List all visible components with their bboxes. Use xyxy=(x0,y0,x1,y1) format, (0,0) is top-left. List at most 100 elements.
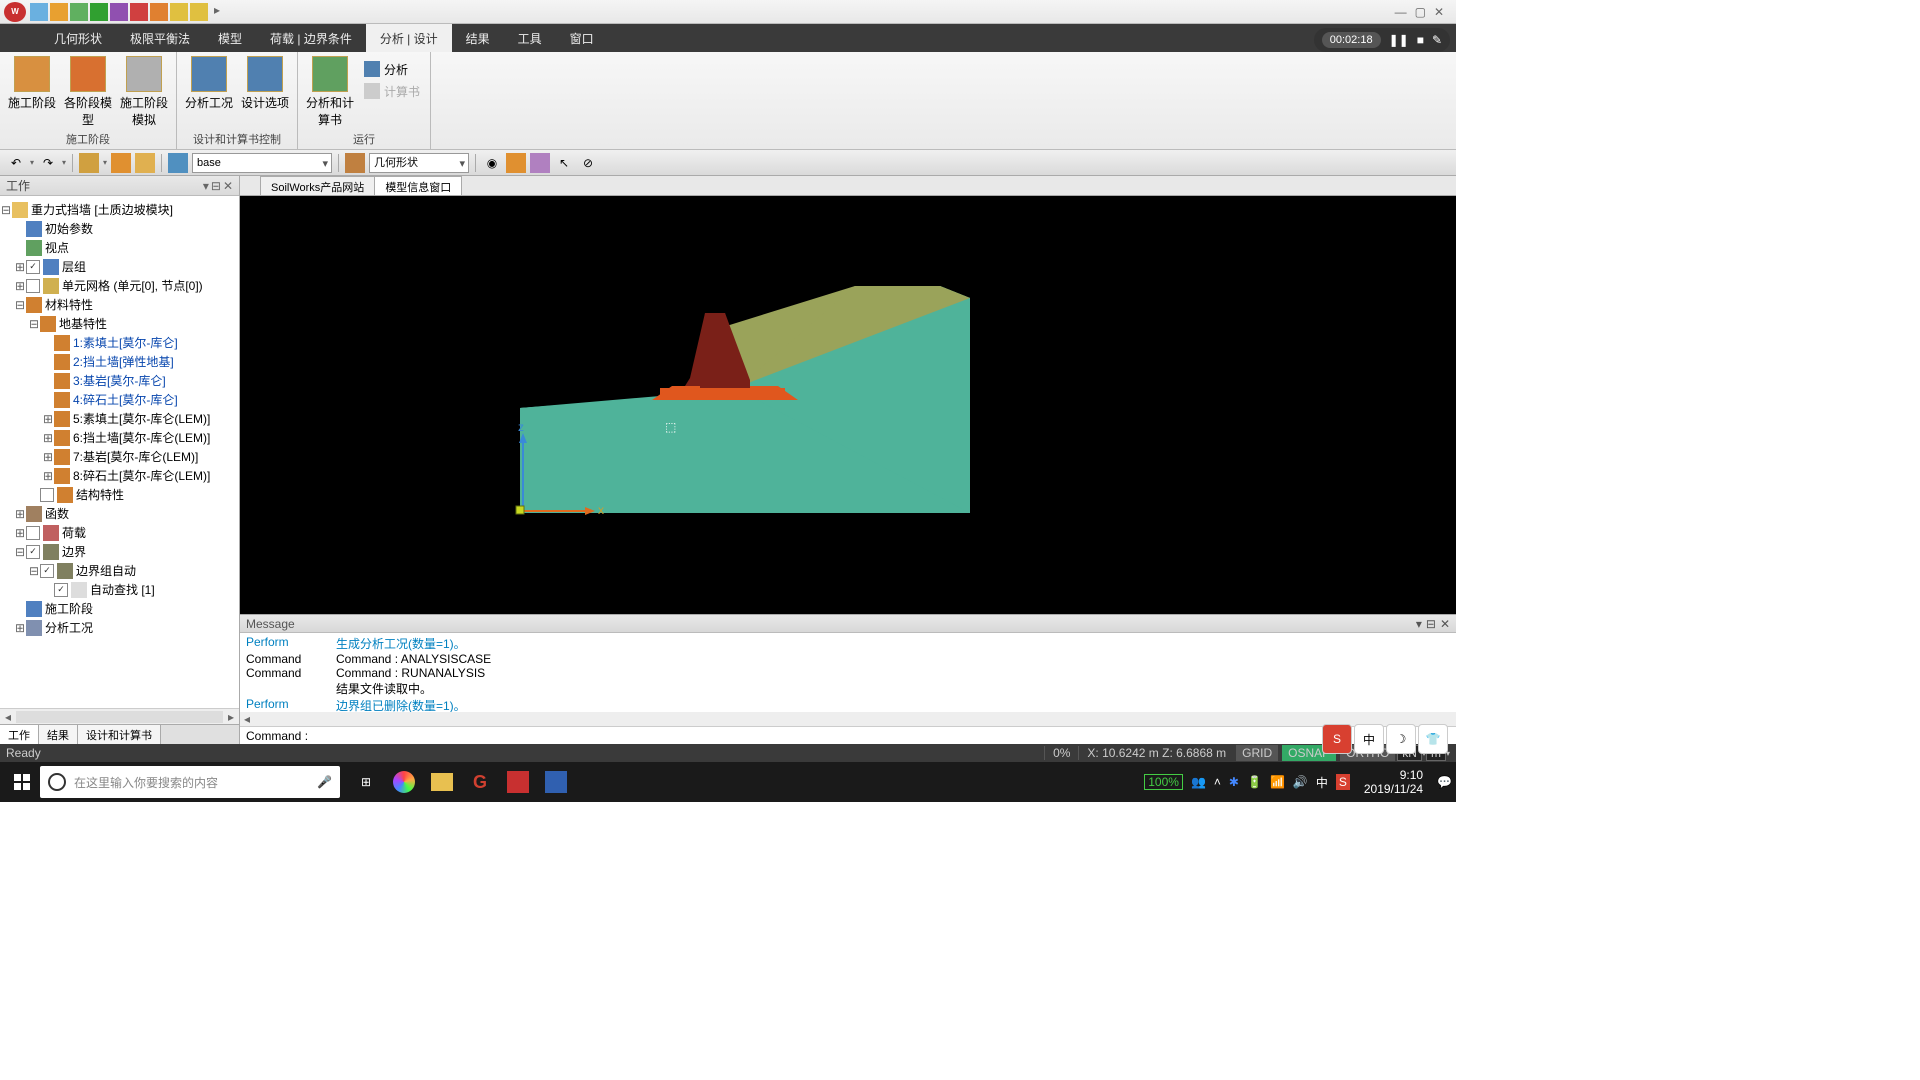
explorer-icon[interactable] xyxy=(428,768,456,796)
taskbar-app-icon[interactable] xyxy=(390,768,418,796)
pause-icon[interactable]: ❚❚ xyxy=(1389,33,1409,47)
tb-redo-icon[interactable]: ↷ xyxy=(38,153,58,173)
ribbon-btn-stage-model[interactable]: 各阶段模型 xyxy=(62,54,114,128)
tree-item[interactable]: 4:碎石土[莫尔-库仑] xyxy=(73,391,178,408)
qat-icon[interactable] xyxy=(190,3,208,21)
tray-ime-icon[interactable]: 中 xyxy=(1316,774,1328,791)
tree-item[interactable]: 荷载 xyxy=(62,524,86,541)
ribbon-btn-design-option[interactable]: 设计选项 xyxy=(239,54,291,111)
notifications-icon[interactable]: 💬 xyxy=(1437,775,1452,789)
tb-icon[interactable] xyxy=(506,153,526,173)
ribbon-btn-construction-stage[interactable]: 施工阶段 xyxy=(6,54,58,111)
menu-result[interactable]: 结果 xyxy=(452,24,504,52)
pin-icon[interactable]: ⊟ xyxy=(211,179,221,193)
doc-tab-model-info[interactable]: 模型信息窗口 xyxy=(374,176,462,195)
tray-up-icon[interactable]: ˄ xyxy=(1214,775,1221,789)
tree-root[interactable]: 重力式挡墙 [土质边坡模块] xyxy=(31,201,173,218)
stop-icon[interactable]: ■ xyxy=(1417,33,1424,47)
tb-icon[interactable]: ⊘ xyxy=(578,153,598,173)
taskbar-app-icon[interactable] xyxy=(504,768,532,796)
task-view-icon[interactable]: ⊞ xyxy=(352,768,380,796)
tree-item[interactable]: 地基特性 xyxy=(59,315,107,332)
tree-item[interactable]: 6:挡土墙[莫尔-库仑(LEM)] xyxy=(73,429,210,446)
qat-redo-icon[interactable] xyxy=(90,3,108,21)
menu-tools[interactable]: 工具 xyxy=(504,24,556,52)
ime-btn[interactable]: 👕 xyxy=(1418,724,1448,754)
maximize-button[interactable]: ▢ xyxy=(1415,5,1426,19)
ribbon-btn-analysis[interactable]: 分析 xyxy=(360,58,424,80)
message-hscroll[interactable]: ◂ xyxy=(240,712,1456,726)
menu-analysis-design[interactable]: 分析 | 设计 xyxy=(366,24,452,52)
tree-item[interactable]: 初始参数 xyxy=(45,220,93,237)
tray-battery[interactable]: 100% xyxy=(1144,774,1183,790)
mic-icon[interactable]: 🎤 xyxy=(317,775,332,789)
qat-icon[interactable] xyxy=(110,3,128,21)
qat-icon[interactable] xyxy=(50,3,68,21)
tree-view[interactable]: ⊟重力式挡墙 [土质边坡模块] 初始参数 视点 ⊞层组 ⊞单元网格 (单元[0]… xyxy=(0,196,239,708)
app-icon[interactable]: W xyxy=(4,2,26,22)
tree-item[interactable]: 1:素填土[莫尔-库仑] xyxy=(73,334,178,351)
tree-item[interactable]: 3:基岩[莫尔-库仑] xyxy=(73,372,166,389)
tree-item[interactable]: 函数 xyxy=(45,505,69,522)
menu-lem[interactable]: 极限平衡法 xyxy=(116,24,204,52)
tree-item[interactable]: 结构特性 xyxy=(76,486,124,503)
tb-icon[interactable] xyxy=(530,153,550,173)
ribbon-btn-analysis-case[interactable]: 分析工况 xyxy=(183,54,235,111)
sidebar-tab-work[interactable]: 工作 xyxy=(0,725,39,744)
ribbon-btn-run-analysis[interactable]: 分析和计算书 xyxy=(304,54,356,128)
tree-item[interactable]: 自动查找 [1] xyxy=(90,581,155,598)
tb-select-layer[interactable]: base xyxy=(192,153,332,173)
tree-item[interactable]: 2:挡土墙[弹性地基] xyxy=(73,353,174,370)
sidebar-tab-result[interactable]: 结果 xyxy=(39,725,78,744)
ime-btn[interactable]: ☽ xyxy=(1386,724,1416,754)
qat-icon[interactable] xyxy=(170,3,188,21)
tree-item[interactable]: 施工阶段 xyxy=(45,600,93,617)
minimize-button[interactable]: — xyxy=(1395,5,1407,19)
tree-item[interactable]: 7:基岩[莫尔-库仑(LEM)] xyxy=(73,448,198,465)
ime-btn[interactable]: 中 xyxy=(1354,724,1384,754)
tree-item[interactable]: 边界 xyxy=(62,543,86,560)
tree-item[interactable]: 材料特性 xyxy=(45,296,93,313)
taskbar-search[interactable]: 在这里输入你要搜索的内容 🎤 xyxy=(40,766,340,798)
tb-icon[interactable]: ↖ xyxy=(554,153,574,173)
status-grid[interactable]: GRID xyxy=(1236,745,1278,761)
command-line[interactable]: Command : xyxy=(240,726,1456,744)
tree-item[interactable]: 5:素填土[莫尔-库仑(LEM)] xyxy=(73,410,210,427)
tb-icon[interactable] xyxy=(79,153,99,173)
tree-item[interactable]: 分析工况 xyxy=(45,619,93,636)
taskbar-app-icon[interactable]: G xyxy=(466,768,494,796)
pin-icon[interactable]: ⊟ xyxy=(1426,617,1436,631)
tree-item[interactable]: 8:碎石土[莫尔-库仑(LEM)] xyxy=(73,467,210,484)
taskbar-app-icon[interactable] xyxy=(542,768,570,796)
dropdown-icon[interactable]: ▾ xyxy=(1416,617,1422,631)
tb-select-mode[interactable]: 几何形状 xyxy=(369,153,469,173)
close-button[interactable]: ✕ xyxy=(1434,5,1444,19)
ribbon-btn-stage-simulate[interactable]: 施工阶段模拟 xyxy=(118,54,170,128)
menu-load-bc[interactable]: 荷载 | 边界条件 xyxy=(256,24,366,52)
menu-model[interactable]: 模型 xyxy=(204,24,256,52)
taskbar-clock[interactable]: 9:10 2019/11/24 xyxy=(1364,768,1423,797)
sidebar-tab-design[interactable]: 设计和计算书 xyxy=(78,725,161,744)
tb-icon[interactable] xyxy=(135,153,155,173)
tray-wifi-icon[interactable]: 📶 xyxy=(1270,775,1285,789)
tb-icon[interactable] xyxy=(168,153,188,173)
viewport-3d[interactable]: z x ⬚ xyxy=(240,196,1456,614)
tray-icon[interactable]: S xyxy=(1336,774,1350,790)
menu-window[interactable]: 窗口 xyxy=(556,24,608,52)
qat-undo-icon[interactable] xyxy=(70,3,88,21)
tray-icon[interactable]: ✱ xyxy=(1229,775,1239,789)
tree-item[interactable]: 边界组自动 xyxy=(76,562,136,579)
dropdown-icon[interactable]: ▾ xyxy=(203,179,209,193)
doc-tab-website[interactable]: SoilWorks产品网站 xyxy=(260,176,375,195)
tray-volume-icon[interactable]: 🔊 xyxy=(1293,775,1308,789)
tb-undo-icon[interactable]: ↶ xyxy=(6,153,26,173)
tb-icon[interactable] xyxy=(345,153,365,173)
edit-icon[interactable]: ✎ xyxy=(1432,33,1442,47)
tray-power-icon[interactable]: 🔋 xyxy=(1247,775,1262,789)
ribbon-btn-report[interactable]: 计算书 xyxy=(360,80,424,102)
tb-icon[interactable]: ◉ xyxy=(482,153,502,173)
start-button[interactable] xyxy=(4,766,40,798)
sidebar-hscroll[interactable]: ◂▸ xyxy=(0,708,239,724)
tree-item[interactable]: 视点 xyxy=(45,239,69,256)
menu-geometry[interactable]: 几何形状 xyxy=(40,24,116,52)
